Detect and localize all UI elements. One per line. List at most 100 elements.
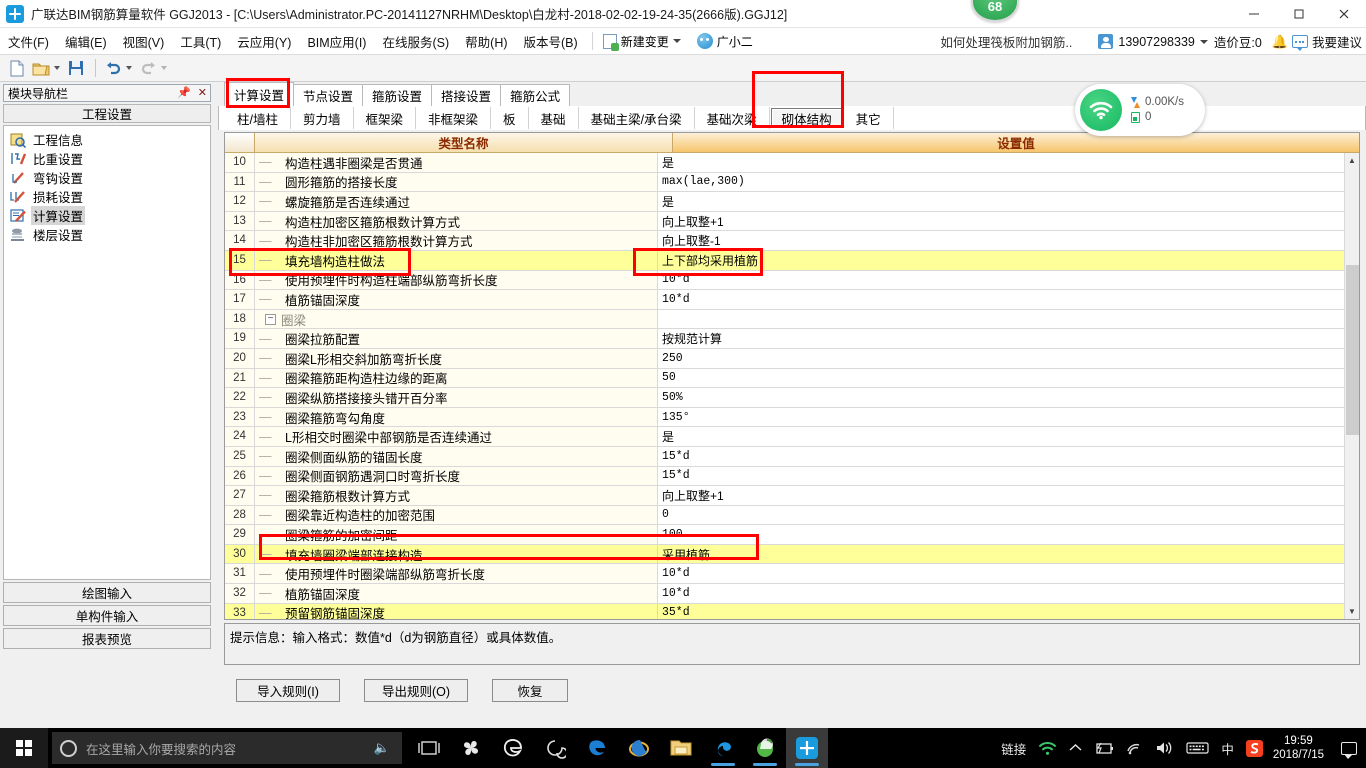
- open-dropdown-caret-icon[interactable]: [54, 66, 60, 70]
- tab-foundation-secondary-beam[interactable]: 基础次梁: [695, 107, 770, 129]
- report-preview-button[interactable]: 报表预览: [3, 628, 211, 649]
- row-setting-value[interactable]: 135°: [658, 407, 1344, 427]
- table-row[interactable]: 19 — 圈梁拉筋配置 按规范计算: [225, 329, 1344, 349]
- pinwheel-icon[interactable]: [450, 728, 492, 768]
- suggestion-label[interactable]: 我要建议: [1312, 32, 1362, 51]
- table-row[interactable]: 25 — 圈梁侧面纵筋的锚固长度 15*d: [225, 446, 1344, 467]
- menu-item-file[interactable]: 文件(F): [0, 28, 57, 55]
- tab-stirrup-formula[interactable]: 箍筋公式: [500, 84, 571, 106]
- microphone-icon[interactable]: 🔈: [374, 740, 390, 756]
- row-setting-value[interactable]: 0: [658, 505, 1344, 525]
- table-row[interactable]: 17 — 植筋锚固深度 10*d: [225, 290, 1344, 310]
- restore-button[interactable]: 恢复: [492, 679, 568, 702]
- scroll-down-button[interactable]: ▼: [1344, 604, 1359, 619]
- row-setting-value[interactable]: 35*d: [658, 603, 1344, 619]
- table-row[interactable]: 26 — 圈梁侧面钢筋遇洞口时弯折长度 15*d: [225, 466, 1344, 487]
- network-speed-widget[interactable]: 0.00K/s 0: [1075, 84, 1205, 136]
- table-row[interactable]: 27 — 圈梁箍筋根数计算方式 向上取整+1: [225, 486, 1344, 506]
- tab-slab[interactable]: 板: [491, 107, 529, 129]
- volume-icon[interactable]: [1149, 728, 1180, 768]
- tab-frame-beam[interactable]: 框架梁: [354, 107, 417, 129]
- chevron-down-icon[interactable]: [672, 39, 681, 43]
- tab-masonry-structure[interactable]: 砌体结构: [770, 108, 843, 128]
- table-row[interactable]: 11 — 圆形箍筋的搭接长度 max(lae,300): [225, 172, 1344, 193]
- internet-explorer-icon[interactable]: [618, 728, 660, 768]
- sidebar-item-project-info[interactable]: 工程信息: [8, 130, 208, 149]
- row-setting-value[interactable]: 是: [658, 192, 1344, 211]
- tab-node-settings[interactable]: 节点设置: [293, 84, 364, 106]
- row-setting-value[interactable]: 按规范计算: [658, 329, 1344, 348]
- close-icon[interactable]: ✕: [198, 87, 207, 99]
- collapse-icon[interactable]: −: [265, 313, 276, 325]
- bell-icon[interactable]: 🔔: [1272, 34, 1288, 50]
- undo-dropdown-caret-icon[interactable]: [126, 66, 132, 70]
- row-setting-value[interactable]: 100: [658, 525, 1344, 544]
- network-icon[interactable]: [1120, 728, 1149, 768]
- table-row[interactable]: 12 — 螺旋箍筋是否连续通过 是: [225, 192, 1344, 212]
- gamepad-blue-icon[interactable]: [702, 728, 744, 768]
- keyboard-icon[interactable]: [1180, 728, 1215, 768]
- table-row[interactable]: 13 — 构造柱加密区箍筋根数计算方式 向上取整+1: [225, 211, 1344, 232]
- sidebar-item-loss-settings[interactable]: 损耗设置: [8, 187, 208, 206]
- minimize-button[interactable]: [1231, 0, 1276, 28]
- table-row[interactable]: 29 — 圈梁箍筋的加密间距 100: [225, 525, 1344, 545]
- row-setting-value[interactable]: 10*d: [658, 584, 1344, 603]
- user-account-button[interactable]: 广小二: [693, 31, 757, 52]
- table-row[interactable]: 32 — 植筋锚固深度 10*d: [225, 584, 1344, 604]
- sogou-icon[interactable]: [1240, 728, 1269, 768]
- suggestion-icon[interactable]: [1291, 35, 1308, 51]
- table-row[interactable]: 22 — 圈梁纵筋搭接接头错开百分率 50%: [225, 388, 1344, 408]
- spiral-icon[interactable]: [534, 728, 576, 768]
- row-setting-value[interactable]: 是: [658, 427, 1344, 446]
- row-setting-value[interactable]: max(lae,300): [658, 172, 1344, 192]
- green-browser-icon[interactable]: [744, 728, 786, 768]
- row-setting-value[interactable]: 50%: [658, 388, 1344, 407]
- scroll-thumb[interactable]: [1345, 265, 1359, 435]
- menu-item-tools[interactable]: 工具(T): [172, 28, 229, 55]
- row-setting-value[interactable]: 15*d: [658, 446, 1344, 466]
- tray-link-label[interactable]: 链接: [995, 728, 1032, 768]
- table-row[interactable]: 15 — 填充墙构造柱做法 上下部均采用植筋: [225, 250, 1344, 271]
- row-setting-value[interactable]: 采用植筋: [658, 544, 1344, 564]
- edge-icon[interactable]: [576, 728, 618, 768]
- ime-chinese-icon[interactable]: 中: [1215, 728, 1240, 768]
- sidebar-item-weight-settings[interactable]: 比重设置: [8, 149, 208, 168]
- table-row[interactable]: 24 — L形相交时圈梁中部钢筋是否连续通过 是: [225, 427, 1344, 447]
- menu-item-help[interactable]: 帮助(H): [457, 28, 515, 55]
- taskbar-clock[interactable]: 19:59 2018/7/15: [1269, 734, 1332, 762]
- close-button[interactable]: [1321, 0, 1366, 28]
- table-row[interactable]: 31 — 使用预埋件时圈梁端部纵筋弯折长度 10*d: [225, 564, 1344, 585]
- table-row[interactable]: 28 — 圈梁靠近构造柱的加密范围 0: [225, 505, 1344, 526]
- tab-calc-settings[interactable]: 计算设置: [224, 82, 295, 106]
- import-rules-button[interactable]: 导入规则(I): [236, 679, 340, 702]
- tab-shear-wall[interactable]: 剪力墙: [291, 107, 354, 129]
- file-explorer-icon[interactable]: [660, 728, 702, 768]
- notification-icon[interactable]: [1332, 728, 1366, 768]
- table-row[interactable]: 10 — 构造柱遇非圈梁是否贯通 是: [225, 153, 1344, 173]
- chevron-down-icon[interactable]: [1199, 39, 1208, 44]
- row-setting-value[interactable]: 向上取整-1: [658, 231, 1344, 250]
- sidebar-item-calc-settings[interactable]: 计算设置: [8, 206, 208, 225]
- chevron-up-icon[interactable]: [1063, 728, 1088, 768]
- row-setting-value[interactable]: 10*d: [658, 270, 1344, 290]
- pin-icon[interactable]: 📌: [177, 87, 191, 99]
- table-row[interactable]: 20 — 圈梁L形相交斜加筋弯折长度 250: [225, 348, 1344, 369]
- new-change-button[interactable]: 新建变更: [599, 31, 685, 52]
- tab-column-wall-column[interactable]: 柱/墙柱: [225, 107, 291, 129]
- sidebar-item-floor-settings[interactable]: 楼层设置: [8, 225, 208, 244]
- row-setting-value[interactable]: 15*d: [658, 466, 1344, 486]
- tab-other[interactable]: 其它: [844, 107, 894, 129]
- grid-vertical-scrollbar[interactable]: ▲ ▼: [1344, 153, 1359, 619]
- table-row[interactable]: 18− 圈梁: [225, 309, 1344, 330]
- save-icon[interactable]: [65, 57, 87, 79]
- account-chip[interactable]: 13907298339: [1098, 34, 1208, 49]
- ggj-app-icon[interactable]: [786, 728, 828, 768]
- tab-non-frame-beam[interactable]: 非框架梁: [416, 107, 492, 129]
- row-setting-value[interactable]: [658, 309, 1344, 329]
- tab-stirrup-settings[interactable]: 箍筋设置: [362, 84, 433, 106]
- export-rules-button[interactable]: 导出规则(O): [364, 679, 468, 702]
- windows-start-icon[interactable]: [0, 728, 48, 768]
- open-folder-icon[interactable]: [30, 57, 52, 79]
- menu-item-cloud[interactable]: 云应用(Y): [229, 28, 299, 55]
- menu-item-version[interactable]: 版本号(B): [516, 28, 586, 55]
